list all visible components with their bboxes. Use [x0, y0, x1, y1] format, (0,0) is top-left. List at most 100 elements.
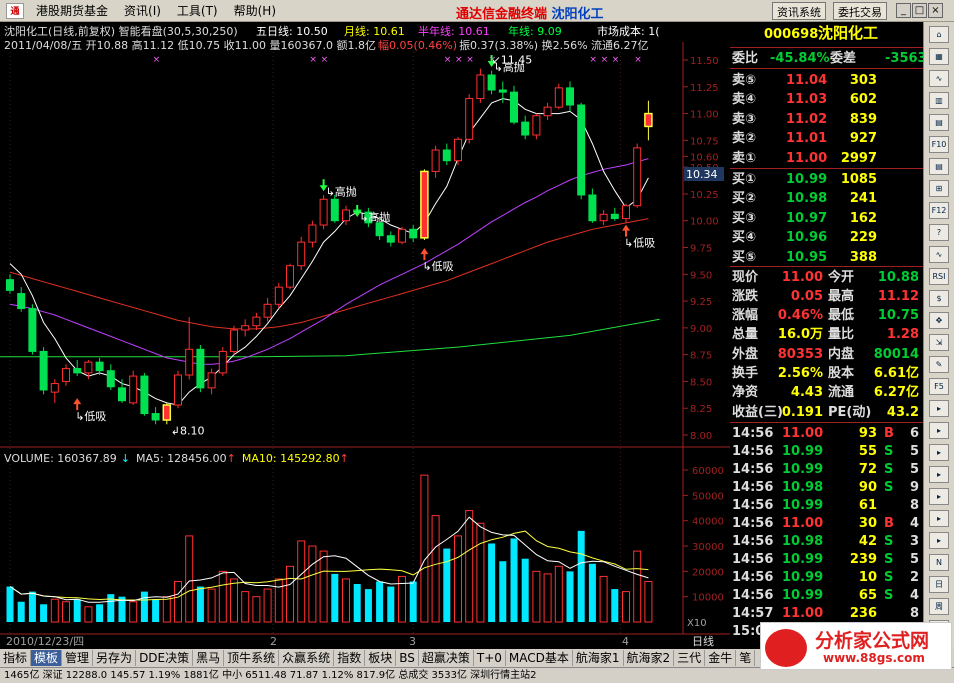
toolbar-button[interactable]: 周 [929, 598, 949, 615]
stat-value: 6.61亿 [873, 366, 919, 381]
bottom-tab[interactable]: 模板 [31, 650, 63, 666]
tick-direction: S [884, 587, 894, 603]
menu-help[interactable]: 帮助(H) [226, 2, 284, 19]
quote-row: 外盘 80353 内盘 80014 [730, 345, 923, 364]
toolbar-button[interactable]: ✥ [929, 312, 949, 329]
toolbar-button[interactable]: ⌂ [929, 26, 949, 43]
menu-hk-futures[interactable]: 港股期货基金 [28, 2, 116, 19]
bottom-tab[interactable]: 航海家1 [573, 650, 624, 666]
toolbar-button[interactable]: ▥ [929, 92, 949, 109]
quote-row: 涨幅 0.46% 最低 10.75 [730, 307, 923, 326]
trade-button[interactable]: 委托交易 [833, 2, 887, 20]
toolbar-button[interactable]: ∿ [929, 246, 949, 263]
menu-tools[interactable]: 工具(T) [169, 2, 226, 19]
stat-value: 43.2 [886, 404, 919, 420]
toolbar-button[interactable]: ∿ [929, 70, 949, 87]
volume-bar-up [230, 578, 238, 623]
toolbar-button[interactable]: ? [929, 224, 949, 241]
quote-row: 14:56 10.99 61 8 [730, 496, 923, 515]
volume-bar-down [73, 599, 81, 622]
bottom-tab[interactable]: DDE决策 [136, 650, 194, 666]
volume-bar-up [622, 591, 630, 623]
bottom-tab[interactable]: 超赢决策 [419, 650, 474, 666]
stat-value: 2.56% [777, 366, 823, 381]
toolbar-button[interactable]: F10 [929, 136, 949, 153]
volume-bar-up [532, 570, 541, 623]
sell-level-label: 卖② [732, 131, 757, 146]
toolbar-button[interactable]: ▸ [929, 510, 949, 527]
toolbar-button[interactable]: ▸ [929, 444, 949, 461]
stat-label: 内盘 [828, 346, 855, 362]
stock-name: 沈阳化工 [818, 24, 879, 42]
tick-time: 14:56 [732, 443, 774, 459]
toolbar-button[interactable]: RSI [929, 268, 949, 285]
toolbar-button[interactable]: F5 [929, 378, 949, 395]
candle-body [633, 147, 642, 207]
weicha-value: -3563 [885, 51, 927, 66]
tick-price: 10.99 [782, 587, 824, 603]
news-system-button[interactable]: 资讯系统 [772, 2, 826, 20]
bottom-tab[interactable]: T+0 [474, 650, 506, 666]
signal-marker-x: × [309, 55, 317, 65]
bottom-tab[interactable]: 板块 [365, 650, 397, 666]
quote-row: 买⑤ 10.95 388 [730, 248, 923, 267]
candle-body [84, 361, 93, 374]
volume-bar-up [476, 522, 485, 623]
toolbar-button[interactable]: ▸ [929, 532, 949, 549]
quote-row: 买④ 10.96 229 [730, 229, 923, 248]
bottom-tab[interactable]: MACD基本 [506, 650, 573, 666]
sell-volume: 839 [849, 111, 877, 127]
stat-label: 收益(三) [732, 404, 783, 420]
volume-bar-down [443, 548, 451, 622]
toolbar-button[interactable]: ▤ [929, 158, 949, 175]
bottom-tab[interactable]: 顶牛系统 [224, 650, 280, 666]
volume-bar-down [499, 561, 507, 622]
toolbar-button[interactable]: ▸ [929, 488, 949, 505]
quote-row: 收益(三) 0.191 PE(动) 43.2 [730, 403, 923, 422]
toolbar-button[interactable]: ▤ [929, 114, 949, 131]
volume-bar-up [286, 565, 294, 623]
toolbar-button[interactable]: ▸ [929, 466, 949, 483]
bottom-tab[interactable]: 金牛 [705, 650, 737, 666]
buy-price: 10.98 [786, 191, 828, 206]
toolbar-button[interactable]: F12 [929, 202, 949, 219]
minimize-icon[interactable]: _ [896, 3, 911, 18]
candlestick-chart[interactable]: 11.5011.2511.0010.7510.6010.5010.2510.00… [0, 22, 730, 649]
toolbar-button[interactable]: ▸ [929, 422, 949, 439]
bottom-tab[interactable]: 另存为 [93, 650, 137, 666]
bottom-tab[interactable]: BS [396, 650, 419, 666]
bottom-tab[interactable]: 航海家2 [624, 650, 675, 666]
tick-count: 9 [909, 479, 919, 495]
close-icon[interactable]: × [928, 3, 943, 18]
ma5-label: 五日线: 10.50 [256, 24, 328, 38]
stat-value: 11.00 [781, 269, 823, 285]
menu-news[interactable]: 资讯(I) [116, 2, 169, 19]
bottom-tab[interactable]: 指标 [0, 650, 32, 666]
toolbar-button[interactable]: 日 [929, 576, 949, 593]
tick-volume: 61 [858, 497, 877, 513]
tick-volume: 65 [858, 587, 877, 603]
bottom-tab[interactable]: 指数 [334, 650, 366, 666]
bottom-tab[interactable]: 笔 [736, 650, 756, 666]
stat-label: 总量 [732, 327, 759, 343]
volume-bar-down [331, 573, 339, 622]
toolbar-button[interactable]: N [929, 554, 949, 571]
toolbar-button[interactable]: ⊞ [929, 180, 949, 197]
toolbar-button[interactable]: ▦ [929, 48, 949, 65]
bottom-tab[interactable]: 众赢系统 [279, 650, 335, 666]
bottom-tab[interactable]: 三代 [674, 650, 706, 666]
toolbar-button[interactable]: $ [929, 290, 949, 307]
volume-bar-up [319, 550, 328, 623]
toolbar-button[interactable]: ✎ [929, 356, 949, 373]
toolbar-button[interactable]: ▸ [929, 400, 949, 417]
toolbar-button[interactable]: ⇲ [929, 334, 949, 351]
bottom-tab[interactable]: 管理 [62, 650, 94, 666]
bottom-tab[interactable]: 黑马 [193, 650, 225, 666]
watermark-logo: 分析家公式网 www.88gs.com [760, 622, 952, 670]
watermark-icon [765, 629, 807, 667]
vol-unit-label: X10 [687, 618, 707, 629]
chart-bottom-right-label[interactable]: 日线 [692, 634, 714, 648]
candle-body [241, 325, 250, 331]
maximize-icon[interactable]: □ [912, 3, 927, 18]
candle-body [342, 209, 350, 222]
